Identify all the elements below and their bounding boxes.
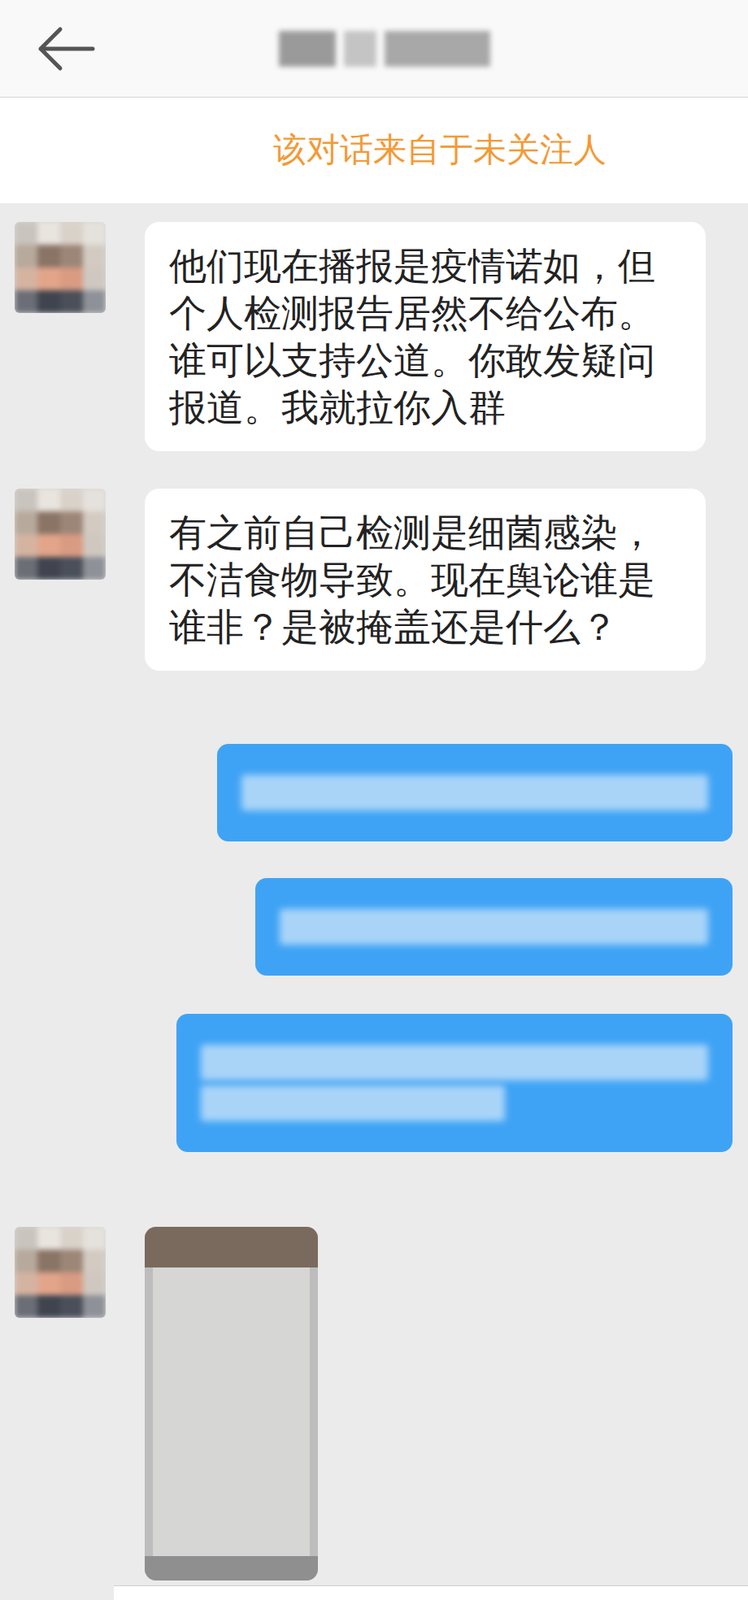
redacted-line — [279, 908, 709, 945]
redacted-line — [200, 1085, 505, 1122]
sent-bubble[interactable] — [176, 1013, 733, 1153]
message-row — [0, 1013, 748, 1153]
message-row: 有之前自己检测是细菌感染，不洁食物导致。现在舆论谁是谁非？是被掩盖还是什么？ — [0, 488, 748, 671]
message-row — [0, 1226, 748, 1581]
message-row — [0, 878, 748, 976]
redacted-line — [200, 1044, 709, 1081]
header — [0, 0, 748, 98]
header-title — [278, 30, 491, 67]
photo-message[interactable] — [144, 1226, 318, 1581]
sent-bubble[interactable] — [217, 743, 733, 842]
message-row — [0, 743, 748, 842]
received-bubble[interactable]: 有之前自己检测是细菌感染，不洁食物导致。现在舆论谁是谁非？是被掩盖还是什么？ — [144, 488, 706, 671]
redacted-line — [241, 774, 709, 811]
chat-screen: 该对话来自于未关注人他们现在播报是疫情诺如，但个人检测报告居然不给公布。谁可以支… — [0, 0, 748, 1600]
sent-bubble[interactable] — [255, 878, 733, 976]
message-list: 他们现在播报是疫情诺如，但个人检测报告居然不给公布。谁可以支持公道。你敢发疑问报… — [0, 203, 748, 1581]
avatar[interactable] — [14, 488, 106, 580]
received-bubble[interactable]: 他们现在播报是疫情诺如，但个人检测报告居然不给公布。谁可以支持公道。你敢发疑问报… — [144, 221, 706, 452]
back-arrow-icon[interactable] — [35, 26, 96, 72]
notice-bar: 该对话来自于未关注人 — [0, 97, 748, 204]
input-bar — [113, 1585, 748, 1600]
avatar[interactable] — [14, 1226, 106, 1318]
avatar[interactable] — [14, 221, 106, 314]
message-row: 他们现在播报是疫情诺如，但个人检测报告居然不给公布。谁可以支持公道。你敢发疑问报… — [0, 221, 748, 452]
